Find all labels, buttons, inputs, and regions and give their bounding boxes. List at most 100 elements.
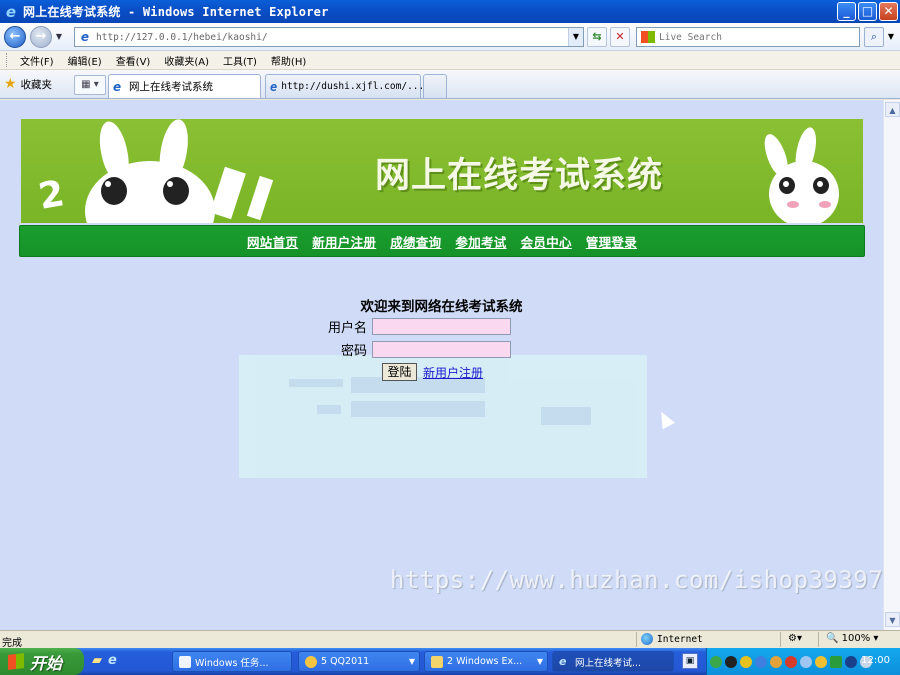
search-box[interactable] bbox=[636, 27, 860, 47]
maximize-button[interactable]: □ bbox=[858, 2, 877, 21]
language-bar-icon[interactable]: ▣ bbox=[682, 653, 698, 669]
search-options-dropdown-icon[interactable]: ▼ bbox=[885, 27, 897, 47]
zoom-value: 100% bbox=[841, 633, 871, 644]
username-input[interactable] bbox=[372, 318, 511, 335]
login-button[interactable]: 登陆 bbox=[382, 363, 417, 381]
banner-number: 2 bbox=[35, 173, 68, 218]
status-text: 完成 bbox=[2, 638, 22, 649]
window-controls: _ □ ✕ bbox=[837, 2, 898, 21]
taskbar-qq[interactable]: 5 QQ2011 ▼ bbox=[298, 651, 420, 672]
quick-tabs-button[interactable]: ▦ ▾ bbox=[74, 75, 106, 95]
tab-exam-system[interactable]: e 网上在线考试系统 bbox=[108, 74, 261, 98]
tab-label: http://dushi.xjfl.com/... bbox=[281, 81, 425, 92]
qq-icon bbox=[305, 655, 317, 668]
taskbar-task-manager[interactable]: Windows 任务... bbox=[172, 651, 292, 672]
menu-file[interactable]: 文件(F) bbox=[13, 53, 61, 68]
status-separator bbox=[636, 632, 637, 647]
scroll-down-icon[interactable]: ▼ bbox=[885, 612, 900, 627]
username-label: 用户名 bbox=[327, 321, 367, 336]
tray-app-icon[interactable] bbox=[830, 655, 842, 668]
address-url[interactable]: http://127.0.0.1/hebei/kaoshi/ bbox=[96, 32, 268, 43]
site-nav: 网站首页 新用户注册 成绩查询 参加考试 会员中心 管理登录 bbox=[19, 225, 865, 257]
vertical-scrollbar[interactable]: ▲ ▼ bbox=[883, 100, 900, 630]
site-banner: 2 网上在线考试系统 bbox=[21, 119, 863, 223]
bunny-blush-decoration bbox=[819, 201, 831, 208]
menu-tools[interactable]: 工具(T) bbox=[216, 53, 264, 68]
back-button[interactable]: ← bbox=[4, 25, 26, 48]
internet-explorer-icon[interactable]: e bbox=[108, 653, 117, 668]
tray-app-icon[interactable] bbox=[725, 655, 737, 668]
stop-button[interactable]: ✕ bbox=[610, 27, 630, 47]
faded-placeholder bbox=[289, 379, 343, 387]
favorites-button[interactable]: ★ 收藏夹 bbox=[4, 76, 52, 92]
nav-admin-login[interactable]: 管理登录 bbox=[586, 232, 637, 251]
forward-button[interactable]: → bbox=[30, 25, 52, 48]
close-button[interactable]: ✕ bbox=[879, 2, 898, 21]
mouse-cursor-icon bbox=[655, 408, 675, 430]
tray-app-icon[interactable] bbox=[755, 655, 767, 668]
nav-scores[interactable]: 成绩查询 bbox=[390, 232, 441, 251]
password-input[interactable] bbox=[372, 341, 511, 358]
start-label: 开始 bbox=[30, 653, 63, 673]
tab-dushi[interactable]: e http://dushi.xjfl.com/... bbox=[265, 74, 425, 98]
username-row: 用户名 bbox=[319, 317, 511, 336]
navigation-bar: ← → ▼ e http://127.0.0.1/hebei/kaoshi/ ▼… bbox=[0, 23, 900, 51]
tray-app-icon[interactable] bbox=[845, 655, 857, 668]
taskbar-ie-exam[interactable]: e 网上在线考试... bbox=[552, 651, 674, 672]
page-content: 2 网上在线考试系统 网站首页 新用户注册 成绩查询 参加考试 会员中心 管理登… bbox=[0, 100, 883, 630]
internet-explorer-icon: e bbox=[559, 654, 567, 668]
taskbar-label: 5 QQ2011 bbox=[321, 656, 370, 667]
password-row: 密码 bbox=[319, 340, 511, 359]
bunny-eye-decoration bbox=[163, 177, 189, 205]
taskbar-label: Windows 任务... bbox=[195, 657, 269, 669]
scroll-up-icon[interactable]: ▲ bbox=[885, 102, 900, 117]
page-icon: e bbox=[80, 30, 90, 44]
address-bar[interactable]: e http://127.0.0.1/hebei/kaoshi/ ▼ bbox=[74, 27, 584, 47]
quick-launch: ▰ e bbox=[92, 653, 117, 668]
protected-mode-icon[interactable]: ⚙▾ bbox=[788, 633, 802, 644]
tray-app-icon[interactable] bbox=[740, 655, 752, 668]
zoom-level[interactable]: 🔍 100% ▾ bbox=[826, 633, 878, 644]
taskbar-explorer-group[interactable]: 2 Windows Ex... ▼ bbox=[424, 651, 548, 672]
toolbar-grip bbox=[6, 53, 9, 67]
nav-home[interactable]: 网站首页 bbox=[247, 232, 298, 251]
bunny-eye-decoration bbox=[101, 177, 127, 205]
history-dropdown-icon[interactable]: ▼ bbox=[54, 32, 64, 41]
menu-edit[interactable]: 编辑(E) bbox=[61, 53, 109, 68]
tab-bar: ★ 收藏夹 ▦ ▾ e 网上在线考试系统 e http://dushi.xjfl… bbox=[0, 70, 900, 99]
banner-title: 网上在线考试系统 bbox=[375, 156, 664, 196]
system-tray: 12:00 bbox=[706, 648, 900, 675]
menu-help[interactable]: 帮助(H) bbox=[264, 53, 313, 68]
window-title: 网上在线考试系统 - Windows Internet Explorer bbox=[23, 5, 329, 19]
menu-bar: 文件(F) 编辑(E) 查看(V) 收藏夹(A) 工具(T) 帮助(H) bbox=[0, 51, 900, 70]
tray-app-icon[interactable] bbox=[785, 655, 797, 668]
address-dropdown-icon[interactable]: ▼ bbox=[568, 28, 583, 46]
tray-app-icon[interactable] bbox=[770, 655, 782, 668]
nav-member-center[interactable]: 会员中心 bbox=[521, 232, 572, 251]
nav-take-exam[interactable]: 参加考试 bbox=[455, 232, 506, 251]
tray-app-icon[interactable] bbox=[800, 655, 812, 668]
status-bar: 完成 Internet ⚙▾ 🔍 100% ▾ bbox=[0, 630, 900, 649]
nav-register[interactable]: 新用户注册 bbox=[312, 232, 376, 251]
tray-app-icon[interactable] bbox=[815, 655, 827, 668]
start-button[interactable]: 开始 bbox=[0, 648, 84, 675]
new-tab-button[interactable] bbox=[423, 74, 447, 98]
menu-favorites[interactable]: 收藏夹(A) bbox=[157, 53, 216, 68]
chevron-down-icon: ▼ bbox=[408, 657, 415, 666]
search-button[interactable]: ⌕ bbox=[864, 27, 884, 47]
register-link[interactable]: 新用户注册 bbox=[423, 364, 483, 381]
minimize-button[interactable]: _ bbox=[837, 2, 856, 21]
welcome-heading: 欢迎来到网络在线考试系统 bbox=[360, 299, 523, 315]
tab-label: 网上在线考试系统 bbox=[129, 81, 213, 93]
search-input[interactable] bbox=[659, 31, 849, 43]
faded-placeholder bbox=[317, 405, 341, 414]
taskbar-label: 2 Windows Ex... bbox=[447, 656, 523, 667]
refresh-button[interactable]: ⇆ bbox=[587, 27, 607, 47]
security-zone[interactable]: Internet bbox=[641, 633, 703, 645]
tray-app-icon[interactable] bbox=[710, 655, 722, 668]
folder-icon[interactable]: ▰ bbox=[92, 653, 102, 668]
card-decoration bbox=[246, 175, 274, 221]
window-title-bar: e 网上在线考试系统 - Windows Internet Explorer _… bbox=[0, 0, 900, 23]
status-separator bbox=[818, 632, 819, 647]
menu-view[interactable]: 查看(V) bbox=[109, 53, 158, 68]
